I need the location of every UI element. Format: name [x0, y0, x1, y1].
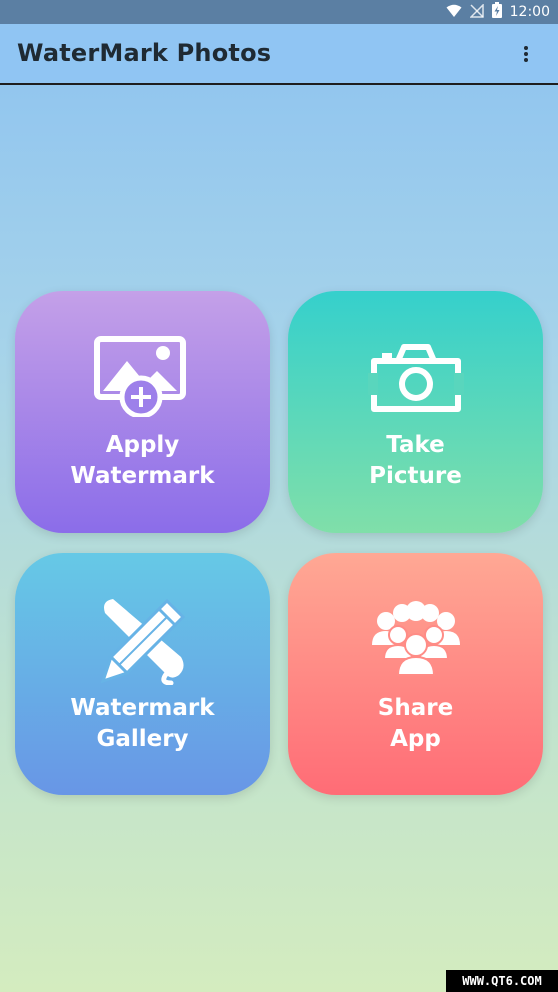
apply-watermark-button[interactable]: Apply Watermark	[15, 291, 270, 533]
battery-charging-icon	[491, 2, 502, 22]
apply-watermark-label: Apply Watermark	[70, 432, 215, 489]
take-picture-label: Take Picture	[369, 432, 462, 489]
status-icons: 12:00	[446, 0, 550, 24]
watermark-gallery-label: Watermark Gallery	[70, 695, 215, 752]
overflow-menu-button[interactable]	[514, 42, 538, 66]
site-watermark: WWW.QT6.COM	[446, 970, 558, 992]
wifi-icon	[446, 3, 462, 22]
app-bar: WaterMark Photos	[0, 24, 558, 85]
share-app-label: Share App	[377, 695, 454, 752]
status-time: 12:00	[509, 4, 550, 20]
camera-icon	[288, 339, 543, 415]
more-vertical-icon	[524, 46, 528, 62]
app-title: WaterMark Photos	[17, 39, 272, 67]
status-bar: 12:00	[0, 0, 558, 24]
people-group-icon	[288, 601, 543, 677]
share-app-button[interactable]: Share App	[288, 553, 543, 795]
take-picture-button[interactable]: Take Picture	[288, 291, 543, 533]
pencil-brush-icon	[15, 595, 270, 685]
no-signal-icon	[468, 2, 484, 22]
watermark-gallery-button[interactable]: Watermark Gallery	[15, 553, 270, 795]
add-image-icon	[15, 335, 270, 417]
